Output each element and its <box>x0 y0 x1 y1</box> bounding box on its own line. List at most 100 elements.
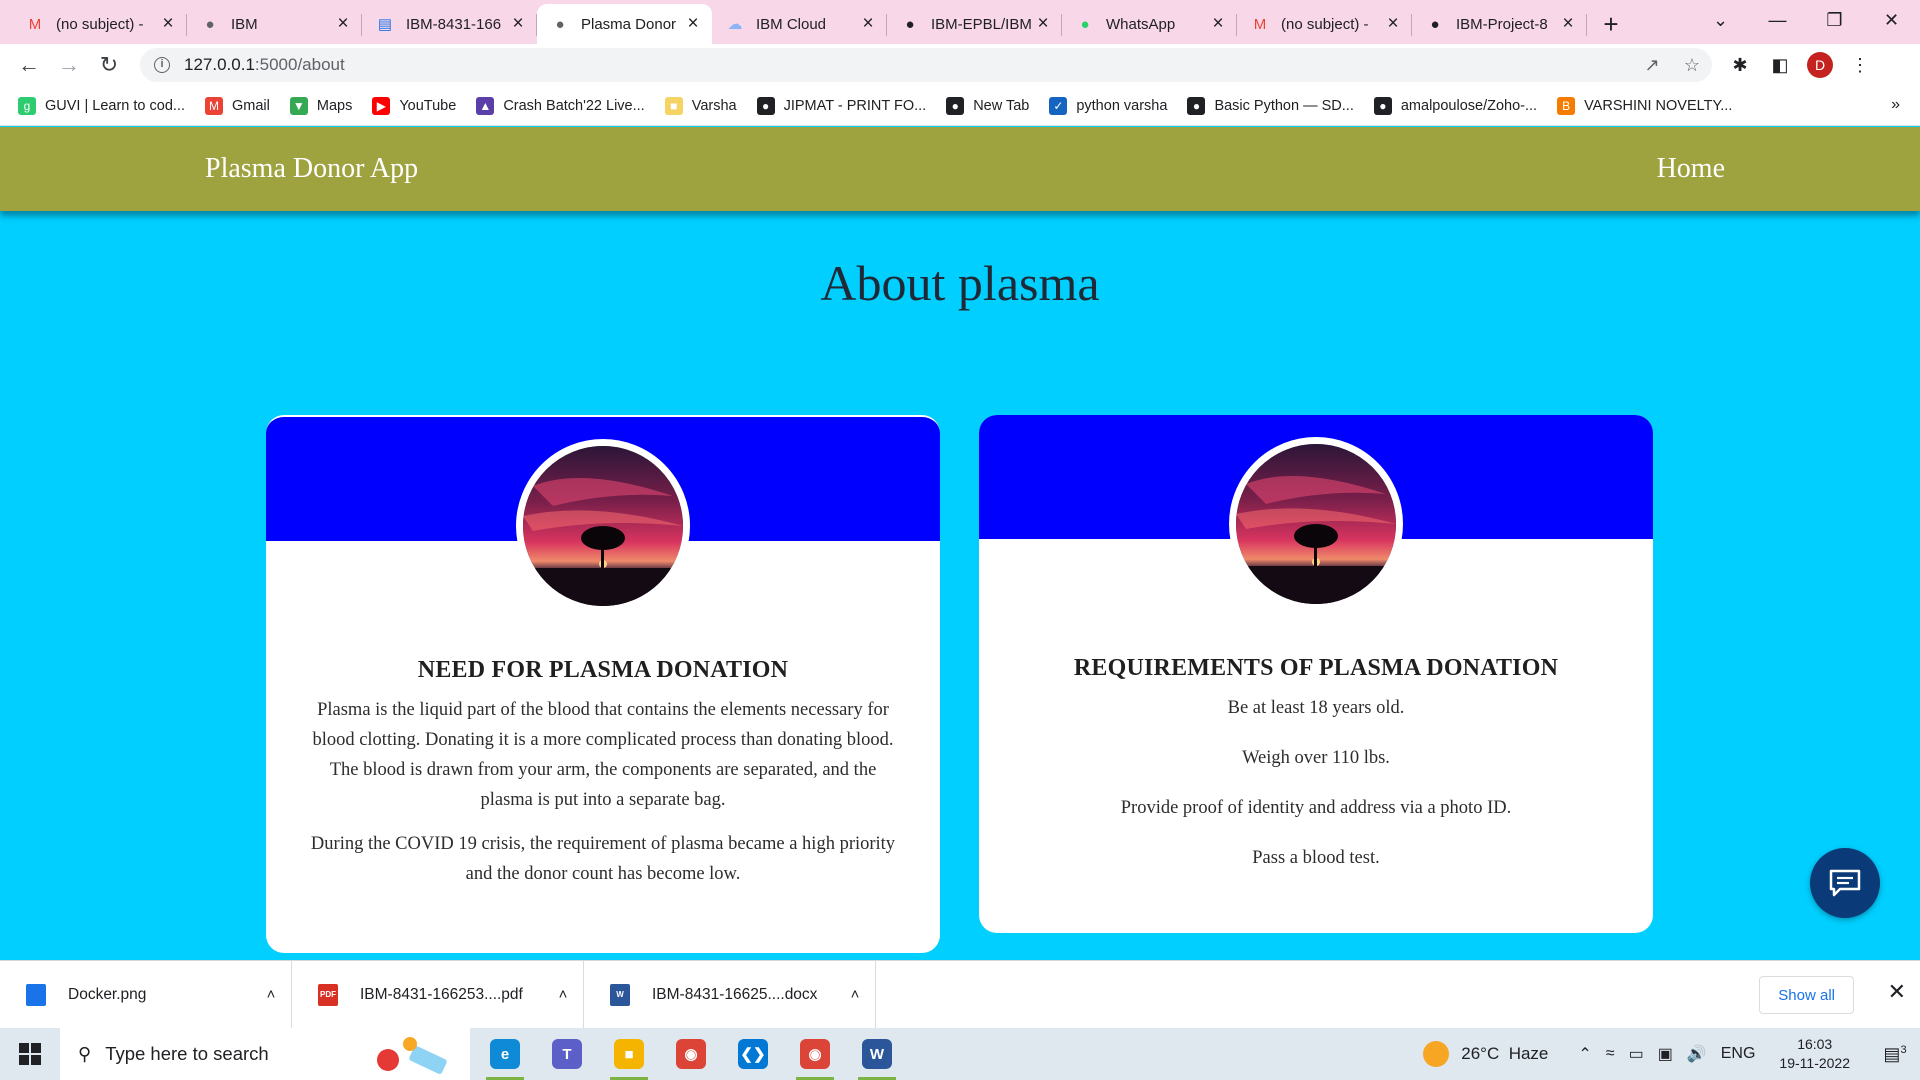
browser-tab[interactable]: ● IBM × <box>187 4 362 44</box>
tab-title: IBM-EPBL/IBM <box>931 15 1032 33</box>
browser-tab[interactable]: ● Plasma Donor × <box>537 4 712 44</box>
show-hidden-icons-chevron-icon[interactable]: ⌃ <box>1578 1044 1591 1064</box>
window-controls: ⌄ — ❐ ✕ <box>1692 0 1920 40</box>
chevron-up-icon[interactable]: ˄ <box>835 986 875 1003</box>
bookmark-label: Basic Python — SD... <box>1214 97 1354 114</box>
more-bookmarks-icon[interactable]: » <box>1891 96 1900 114</box>
bookmark-item[interactable]: ▶ YouTube <box>372 96 457 115</box>
bookmark-item[interactable]: ● JIPMAT - PRINT FO... <box>756 96 926 115</box>
close-tab-icon[interactable]: × <box>509 13 527 35</box>
bookmark-star-icon[interactable]: ☆ <box>1672 55 1712 76</box>
bookmark-item[interactable]: ● Basic Python — SD... <box>1187 96 1354 115</box>
taskbar-app-file-explorer[interactable]: ■ <box>598 1028 660 1080</box>
meet-now-icon[interactable]: ▣ <box>1658 1044 1673 1064</box>
download-item[interactable]: Docker.png ˄ <box>0 960 292 1029</box>
minimize-button[interactable]: — <box>1749 0 1806 40</box>
bookmark-label: amalpoulose/Zoho-... <box>1400 97 1538 114</box>
notifications-icon[interactable]: ▤3 <box>1880 1044 1910 1065</box>
bookmark-item[interactable]: ■ Varsha <box>664 96 737 115</box>
vscode-icon: ❮❯ <box>738 1039 768 1069</box>
bookmark-item[interactable]: ✓ python varsha <box>1049 96 1168 115</box>
close-tab-icon[interactable]: × <box>159 13 177 35</box>
taskbar-app-chrome[interactable]: ◉ <box>660 1028 722 1080</box>
side-panel-icon[interactable]: ◧ <box>1760 48 1800 82</box>
card-requirements: REQUIREMENTS OF PLASMA DONATION Be at le… <box>979 415 1653 933</box>
close-tab-icon[interactable]: × <box>1559 13 1577 35</box>
language-indicator[interactable]: ENG <box>1721 1045 1756 1063</box>
bookmark-label: New Tab <box>973 97 1030 114</box>
close-tab-icon[interactable]: × <box>684 13 702 35</box>
volume-icon[interactable]: 🔊 <box>1687 1044 1707 1064</box>
wifi-icon[interactable]: ≈ <box>1606 1045 1615 1063</box>
close-tab-icon[interactable]: × <box>1209 13 1227 35</box>
taskbar-app-teams[interactable]: T <box>536 1028 598 1080</box>
card-avatar-image <box>1229 437 1403 611</box>
taskbar-app-vscode[interactable]: ❮❯ <box>722 1028 784 1080</box>
battery-icon[interactable]: ▭ <box>1629 1044 1644 1064</box>
system-tray: 26°C Haze ⌃ ≈ ▭ ▣ 🔊 ENG 16:03 19-11-2022… <box>1423 1028 1920 1080</box>
address-bar[interactable]: i 127.0.0.1:5000/about ↗ ☆ <box>140 48 1712 82</box>
url-host: 127.0.0.1 <box>184 55 255 74</box>
doc-icon: ▤ <box>377 16 393 33</box>
browser-tab[interactable]: M (no subject) - × <box>12 4 187 44</box>
globe-icon: ● <box>946 96 965 115</box>
nav-home-link[interactable]: Home <box>1657 153 1725 185</box>
gmail-icon: M <box>204 96 223 115</box>
bookmark-item[interactable]: ▼ Maps <box>289 96 352 115</box>
taskbar-app-edge[interactable]: e <box>474 1028 536 1080</box>
bookmark-item[interactable]: ● New Tab <box>946 96 1030 115</box>
restore-button[interactable]: ❐ <box>1806 0 1863 40</box>
weather-widget[interactable]: 26°C Haze <box>1423 1041 1548 1067</box>
close-download-shelf-icon[interactable]: ✕ <box>1888 979 1906 1005</box>
bookmark-label: python varsha <box>1076 97 1168 114</box>
close-tab-icon[interactable]: × <box>1384 13 1402 35</box>
new-tab-button[interactable]: + <box>1591 4 1631 44</box>
start-button[interactable] <box>0 1028 60 1080</box>
github-icon: ● <box>905 15 915 33</box>
taskbar-search-box[interactable]: ⚲ Type here to search <box>60 1028 470 1080</box>
browser-tab[interactable]: ● IBM-Project-8 × <box>1412 4 1587 44</box>
requirement-item: Pass a blood test. <box>1252 848 1380 868</box>
browser-tab[interactable]: ☁ IBM Cloud × <box>712 4 887 44</box>
reload-button[interactable]: ↻ <box>92 48 126 82</box>
show-all-downloads-button[interactable]: Show all <box>1759 976 1854 1014</box>
taskbar-app-chrome-profile[interactable]: ◉ <box>784 1028 846 1080</box>
site-info-icon[interactable]: i <box>154 57 170 73</box>
bookmark-item[interactable]: ● amalpoulose/Zoho-... <box>1373 96 1538 115</box>
download-item[interactable]: PDF IBM-8431-166253....pdf ˄ <box>292 960 584 1029</box>
gmail-icon: M <box>28 15 42 33</box>
forward-button[interactable]: → <box>52 48 86 82</box>
browser-tab[interactable]: ● IBM-EPBL/IBM × <box>887 4 1062 44</box>
edge-icon: e <box>490 1039 520 1069</box>
close-window-button[interactable]: ✕ <box>1863 0 1920 40</box>
browser-tab[interactable]: ▤ IBM-8431-166 × <box>362 4 537 44</box>
menu-kebab-icon[interactable]: ⋮ <box>1840 48 1880 82</box>
tab-search-chevron-icon[interactable]: ⌄ <box>1692 0 1749 40</box>
close-tab-icon[interactable]: × <box>1034 13 1052 35</box>
clock[interactable]: 16:03 19-11-2022 <box>1779 1035 1850 1073</box>
guvi-icon: g <box>18 96 36 115</box>
close-tab-icon[interactable]: × <box>334 13 352 35</box>
weather-desc: Haze <box>1508 1044 1549 1063</box>
profile-avatar[interactable]: D <box>1800 48 1840 82</box>
download-item[interactable]: W IBM-8431-16625....docx ˄ <box>584 960 876 1029</box>
browser-tab[interactable]: M (no subject) - × <box>1237 4 1412 44</box>
share-icon[interactable]: ↗ <box>1632 55 1672 76</box>
extensions-icon[interactable]: ✱ <box>1720 48 1760 82</box>
chevron-up-icon[interactable]: ˄ <box>251 986 291 1003</box>
bookmark-item[interactable]: ▲ Crash Batch'22 Live... <box>476 96 645 115</box>
close-tab-icon[interactable]: × <box>859 13 877 35</box>
browser-tab[interactable]: ● WhatsApp × <box>1062 4 1237 44</box>
bookmark-label: YouTube <box>399 97 457 114</box>
back-button[interactable]: ← <box>12 48 46 82</box>
chat-widget-button[interactable] <box>1810 848 1880 918</box>
bookmark-item[interactable]: B VARSHINI NOVELTY... <box>1557 96 1732 115</box>
bookmark-item[interactable]: g GUVI | Learn to cod... <box>18 96 185 115</box>
chevron-up-icon[interactable]: ˄ <box>543 986 583 1003</box>
folder-icon: ■ <box>614 1039 644 1069</box>
app-brand[interactable]: Plasma Donor App <box>205 153 418 185</box>
whatsapp-icon: ● <box>1080 15 1090 33</box>
taskbar-app-word[interactable]: W <box>846 1028 908 1080</box>
bookmark-item[interactable]: M Gmail <box>204 96 270 115</box>
weather-temp: 26°C <box>1461 1044 1500 1063</box>
